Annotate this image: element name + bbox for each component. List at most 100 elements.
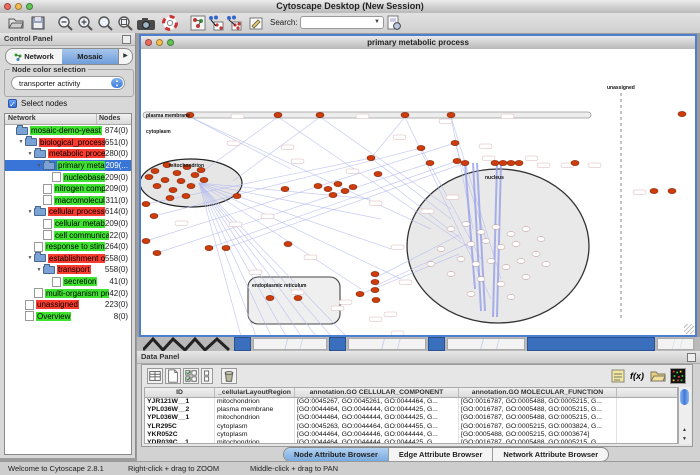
- tree-row[interactable]: cellular metabo209(0): [5, 218, 131, 230]
- tree-row[interactable]: ▼metabolic process280(0): [5, 148, 131, 160]
- graph-node[interactable]: [497, 282, 505, 287]
- float-panel-icon[interactable]: [122, 35, 131, 44]
- zoom-out-icon[interactable]: [57, 15, 73, 31]
- scroll-up-icon[interactable]: ▲: [679, 426, 690, 435]
- graph-node[interactable]: [453, 158, 461, 163]
- background-window-edge[interactable]: [329, 337, 346, 351]
- graph-node[interactable]: [532, 252, 540, 257]
- graph-node[interactable]: [477, 230, 485, 235]
- disclosure-triangle-icon[interactable]: ▼: [26, 151, 34, 157]
- background-window-thumbnail[interactable]: [657, 338, 694, 350]
- graph-node[interactable]: [371, 271, 379, 276]
- graph-node[interactable]: [329, 192, 337, 197]
- disclosure-triangle-icon[interactable]: ▼: [35, 163, 43, 169]
- graph-node[interactable]: [447, 272, 455, 277]
- scroll-down-icon[interactable]: ▼: [679, 435, 690, 444]
- graph-node[interactable]: [462, 222, 470, 227]
- snapshot-icon[interactable]: [136, 15, 156, 31]
- graph-node[interactable]: [426, 160, 434, 165]
- graph-node[interactable]: [294, 295, 302, 300]
- graph-node[interactable]: [447, 227, 455, 232]
- graph-node[interactable]: [477, 277, 485, 282]
- graph-node[interactable]: [153, 183, 161, 188]
- graph-node[interactable]: [522, 227, 530, 232]
- graph-node[interactable]: [166, 195, 174, 200]
- graph-node[interactable]: [266, 295, 274, 300]
- graph-node[interactable]: [142, 201, 150, 206]
- background-window-thumbnail[interactable]: [253, 338, 327, 350]
- graph-node[interactable]: [401, 112, 409, 117]
- graph-node[interactable]: [177, 178, 185, 183]
- import-attributes-icon[interactable]: [650, 368, 666, 384]
- graph-node[interactable]: [274, 112, 282, 117]
- graph-node[interactable]: [341, 188, 349, 193]
- graph-node[interactable]: [447, 112, 455, 117]
- graph-node[interactable]: [678, 111, 686, 116]
- tab-overflow-arrow-icon[interactable]: ▶: [118, 49, 132, 64]
- table-row[interactable]: YLR295Ccytoplasm[GO:0045263, GO:0044464,…: [145, 423, 677, 431]
- graph-node[interactable]: [512, 242, 520, 247]
- graph-node[interactable]: [205, 245, 213, 250]
- zoom-window-icon[interactable]: [26, 3, 33, 10]
- tree-row[interactable]: ▼primary metabo209(...: [5, 160, 131, 172]
- graph-node[interactable]: [173, 170, 181, 175]
- graph-node[interactable]: [492, 225, 500, 230]
- tree-row[interactable]: ▼transport558(0): [5, 264, 131, 276]
- select-nodes-checkbox[interactable]: ✓: [8, 99, 17, 108]
- attribute-matrix-icon[interactable]: [670, 368, 686, 384]
- graph-node[interactable]: [467, 242, 475, 247]
- graph-node[interactable]: [281, 186, 289, 191]
- graph-node[interactable]: [482, 239, 490, 244]
- zoom-selected-icon[interactable]: [117, 15, 133, 31]
- graph-node[interactable]: [371, 287, 379, 292]
- close-window-icon[interactable]: [4, 3, 11, 10]
- resize-grip[interactable]: [684, 324, 694, 334]
- minimize-view-icon[interactable]: [156, 39, 163, 46]
- tree-row[interactable]: ▼biological_process651(0): [5, 137, 131, 149]
- tree-row[interactable]: Overview8(0): [5, 311, 131, 323]
- dropdown-stepper-icon[interactable]: ▲▼: [111, 78, 123, 88]
- scrollbar-thumb[interactable]: [680, 389, 689, 405]
- graph-node[interactable]: [169, 187, 177, 192]
- graph-node[interactable]: [537, 237, 545, 242]
- apply-layout-2-icon[interactable]: [226, 15, 242, 31]
- search-dropdown-icon[interactable]: ▼: [374, 19, 380, 25]
- graph-node[interactable]: [457, 257, 465, 262]
- graph-node[interactable]: [497, 245, 505, 250]
- tree-col-nodes[interactable]: Nodes: [97, 114, 131, 124]
- tree-row[interactable]: unassigned223(0): [5, 299, 131, 311]
- graph-node[interactable]: [668, 188, 676, 193]
- graph-node[interactable]: [517, 259, 525, 264]
- select-attributes-icon[interactable]: [183, 368, 199, 384]
- graph-node[interactable]: [374, 171, 382, 176]
- graph-node[interactable]: [461, 160, 469, 165]
- graph-node[interactable]: [142, 238, 150, 243]
- graph-node[interactable]: [161, 177, 169, 182]
- graph-node[interactable]: [507, 160, 515, 165]
- zoom-view-icon[interactable]: [167, 39, 174, 46]
- tab-node-attribute-browser[interactable]: Node Attribute Browser: [284, 448, 389, 461]
- graph-node[interactable]: [437, 247, 445, 252]
- network-canvas[interactable]: plasma membranecytoplasmmitochondrionnuc…: [141, 49, 695, 335]
- disclosure-triangle-icon[interactable]: ▼: [17, 139, 25, 145]
- graph-node[interactable]: [502, 265, 510, 270]
- graph-node[interactable]: [349, 184, 357, 189]
- graph-node[interactable]: [522, 275, 530, 280]
- close-view-icon[interactable]: [145, 39, 152, 46]
- disclosure-triangle-icon[interactable]: ▼: [26, 209, 34, 215]
- search-options-icon[interactable]: [386, 15, 402, 31]
- node-color-dropdown[interactable]: transporter activity ▲▼: [11, 76, 125, 90]
- graph-node[interactable]: [467, 292, 475, 297]
- graph-node[interactable]: [200, 177, 208, 182]
- graph-node[interactable]: [233, 193, 241, 198]
- annotation-icon[interactable]: [248, 15, 264, 31]
- notes-icon[interactable]: [610, 368, 626, 384]
- minimize-window-icon[interactable]: [15, 3, 22, 10]
- graph-node[interactable]: [316, 112, 324, 117]
- table-row[interactable]: YKR052Ccytoplasm[GO:0044464, GO:0044446,…: [145, 431, 677, 439]
- column-header[interactable]: _cellularLayoutRegion: [215, 388, 295, 397]
- attribute-table-icon[interactable]: [147, 368, 163, 384]
- apply-layout-1-icon[interactable]: [208, 15, 224, 31]
- background-window-thumbnail[interactable]: [447, 338, 525, 350]
- network-overview-icon[interactable]: [190, 15, 206, 31]
